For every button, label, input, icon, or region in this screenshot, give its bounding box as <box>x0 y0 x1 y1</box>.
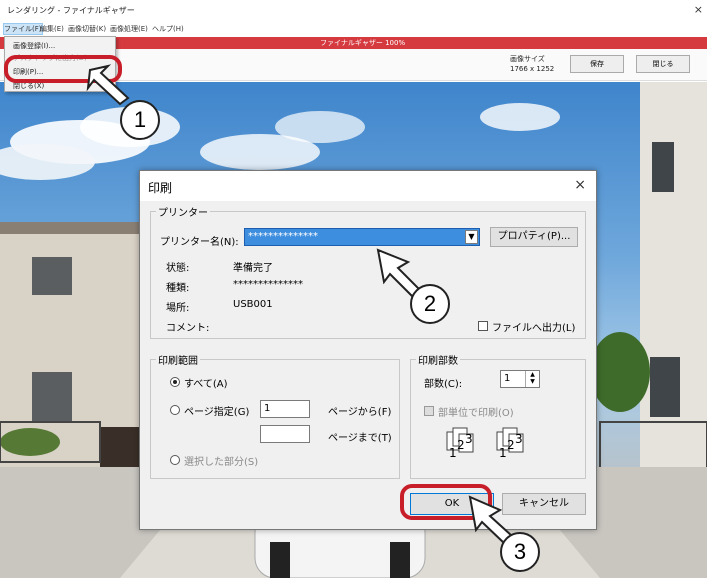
arrow-cursor-icon <box>376 248 422 298</box>
step-callout-2: 2 <box>410 284 450 324</box>
step-callout-1: 1 <box>120 100 160 140</box>
step-callout-3: 3 <box>500 532 540 572</box>
arrow-cursor-icon <box>86 64 130 106</box>
annotation-overlay <box>86 64 514 545</box>
